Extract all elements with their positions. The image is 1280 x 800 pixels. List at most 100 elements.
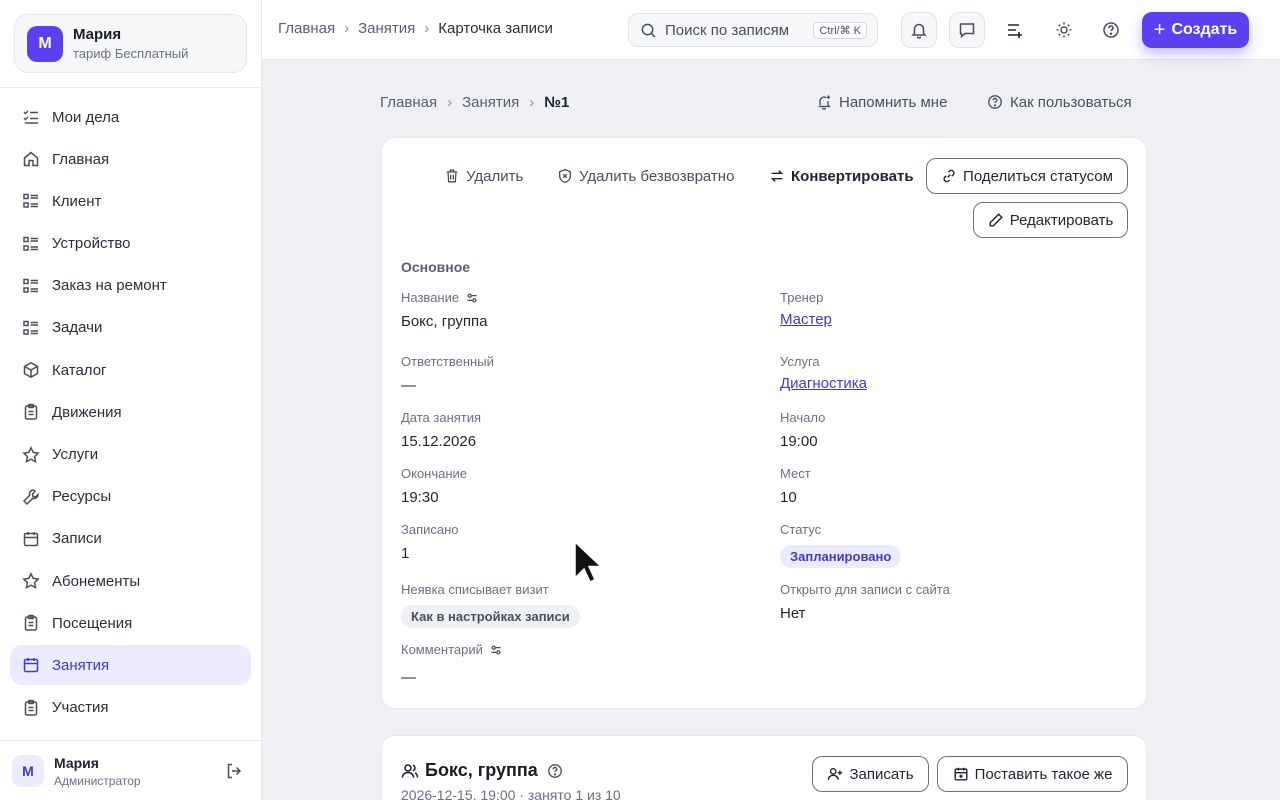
messages-button[interactable] bbox=[949, 12, 985, 48]
sidebar-item-label: Участия bbox=[52, 699, 109, 717]
clipboard-icon bbox=[22, 614, 40, 632]
delete-button[interactable]: Удалить bbox=[444, 158, 523, 194]
calendar-icon bbox=[22, 656, 40, 674]
sidebar-item-home[interactable]: Главная bbox=[10, 139, 251, 179]
user-role: Администратор bbox=[54, 773, 141, 788]
field-label: Ответственный bbox=[401, 354, 494, 369]
status-badge: Запланировано bbox=[780, 545, 902, 568]
settings-sliders-icon[interactable] bbox=[465, 291, 479, 305]
sidebar-item-classes[interactable]: Занятия bbox=[10, 645, 251, 686]
list-add-icon bbox=[1006, 21, 1024, 39]
field-noshow: Неявка списывает визит Как в настройках … bbox=[401, 582, 580, 628]
logout-icon[interactable] bbox=[225, 762, 243, 780]
breadcrumb-home[interactable]: Главная bbox=[380, 94, 437, 111]
sidebar-nav: Мои дела Главная Клиент Устройство Заказ… bbox=[10, 97, 251, 730]
convert-label: Конвертировать bbox=[791, 167, 914, 185]
status-badge: Как в настройках записи bbox=[401, 605, 580, 628]
field-value: 15.12.2026 bbox=[401, 433, 477, 450]
sidebar-item-my-tasks[interactable]: Мои дела bbox=[10, 97, 251, 137]
breadcrumb-classes[interactable]: Занятия bbox=[462, 94, 519, 111]
field-label: Услуга bbox=[780, 354, 820, 369]
theme-toggle-button[interactable] bbox=[1046, 12, 1082, 48]
help-icon[interactable] bbox=[546, 762, 564, 780]
field-label: Начало bbox=[780, 410, 826, 425]
clipboard-icon bbox=[22, 699, 40, 717]
sidebar-item-services[interactable]: Услуги bbox=[10, 435, 251, 475]
sidebar-item-movements[interactable]: Движения bbox=[10, 392, 251, 432]
field-label: Тренер bbox=[780, 290, 824, 305]
field-value: — bbox=[401, 669, 416, 686]
calendar-plus-icon bbox=[953, 766, 969, 782]
field-label: Мест bbox=[780, 466, 811, 481]
settings-sliders-icon[interactable] bbox=[489, 643, 503, 657]
mouse-cursor-icon bbox=[574, 541, 600, 583]
breadcrumb-current: Карточка записи bbox=[438, 20, 553, 37]
class-title: Бокс, группа bbox=[401, 760, 570, 781]
list-icon bbox=[22, 235, 40, 253]
bell-plus-icon bbox=[815, 93, 833, 111]
sidebar-item-catalog[interactable]: Каталог bbox=[10, 350, 251, 390]
convert-button[interactable]: Конвертировать bbox=[769, 158, 914, 194]
sidebar-item-participations[interactable]: Участия bbox=[10, 688, 251, 728]
field-value: 19:00 bbox=[780, 433, 818, 450]
workspace-profile[interactable]: М Мария тариф Бесплатный bbox=[14, 14, 247, 73]
delete-forever-button[interactable]: Удалить безвозвратно bbox=[557, 158, 734, 194]
home-icon bbox=[22, 150, 40, 168]
how-to-use-label: Как пользоваться bbox=[1010, 93, 1132, 111]
sidebar-item-resources[interactable]: Ресурсы bbox=[10, 477, 251, 517]
sidebar-item-label: Движения bbox=[52, 403, 122, 421]
checklist-icon bbox=[22, 108, 40, 126]
avatar: М bbox=[12, 755, 44, 787]
how-to-use-button[interactable]: Как пользоваться bbox=[986, 93, 1132, 111]
edit-button[interactable]: Редактировать bbox=[973, 202, 1128, 238]
chat-icon bbox=[958, 21, 976, 39]
sidebar-item-device[interactable]: Устройство bbox=[10, 224, 251, 264]
field-seats: Мест 10 bbox=[780, 466, 811, 506]
repeat-class-button[interactable]: Поставить такое же bbox=[937, 756, 1128, 792]
field-label: Окончание bbox=[401, 466, 468, 481]
breadcrumb-home[interactable]: Главная bbox=[278, 20, 335, 37]
sidebar-item-memberships[interactable]: Абонементы bbox=[10, 561, 251, 601]
sidebar-divider bbox=[0, 87, 262, 88]
chevron-right-icon: › bbox=[424, 20, 430, 37]
field-value: 19:30 bbox=[401, 489, 439, 506]
service-link[interactable]: Диагностика bbox=[780, 375, 867, 392]
field-value: — bbox=[401, 377, 416, 394]
create-button[interactable]: + Создать bbox=[1142, 12, 1249, 48]
field-label: Статус bbox=[780, 522, 822, 537]
remind-me-button[interactable]: Напомнить мне bbox=[815, 93, 947, 111]
share-status-button[interactable]: Поделиться статусом bbox=[926, 158, 1128, 194]
help-button[interactable] bbox=[1093, 12, 1129, 48]
queue-button[interactable] bbox=[997, 12, 1033, 48]
field-date: Дата занятия 15.12.2026 bbox=[401, 410, 481, 450]
sidebar-item-tasks[interactable]: Задачи bbox=[10, 308, 251, 348]
sidebar-item-label: Мои дела bbox=[52, 108, 120, 126]
star-icon bbox=[22, 572, 40, 590]
field-value: Нет bbox=[780, 605, 806, 622]
breadcrumb-classes[interactable]: Занятия bbox=[358, 20, 415, 37]
sidebar-item-repair-order[interactable]: Заказ на ремонт bbox=[10, 266, 251, 306]
sidebar-divider bbox=[0, 740, 262, 741]
user-plus-icon bbox=[827, 766, 843, 782]
search-input[interactable]: Поиск по записям Ctrl/⌘ K bbox=[628, 13, 878, 47]
delete-label: Удалить bbox=[466, 167, 524, 185]
search-placeholder: Поиск по записям bbox=[665, 21, 790, 39]
sidebar-item-visits[interactable]: Посещения bbox=[10, 603, 251, 643]
help-icon bbox=[986, 93, 1004, 111]
chevron-right-icon: › bbox=[344, 20, 350, 37]
field-enrolled: Записано 1 bbox=[401, 522, 459, 562]
sidebar-item-label: Услуги bbox=[52, 446, 99, 463]
enroll-button[interactable]: Записать bbox=[812, 756, 929, 792]
sidebar-item-label: Главная bbox=[52, 150, 110, 168]
sidebar: М Мария тариф Бесплатный Мои дела Главна… bbox=[0, 0, 262, 800]
sidebar-item-label: Заказ на ремонт bbox=[52, 277, 167, 295]
breadcrumb: Главная › Занятия › Карточка записи bbox=[278, 20, 553, 37]
trainer-link[interactable]: Мастер bbox=[780, 311, 832, 328]
top-bar: Главная › Занятия › Карточка записи Поис… bbox=[262, 0, 1280, 60]
sidebar-item-client[interactable]: Клиент bbox=[10, 181, 251, 221]
page-title: №1 bbox=[544, 94, 570, 111]
bell-icon bbox=[910, 21, 928, 39]
notifications-button[interactable] bbox=[901, 12, 937, 48]
link-icon bbox=[941, 168, 957, 184]
sidebar-item-bookings[interactable]: Записи bbox=[10, 519, 251, 559]
